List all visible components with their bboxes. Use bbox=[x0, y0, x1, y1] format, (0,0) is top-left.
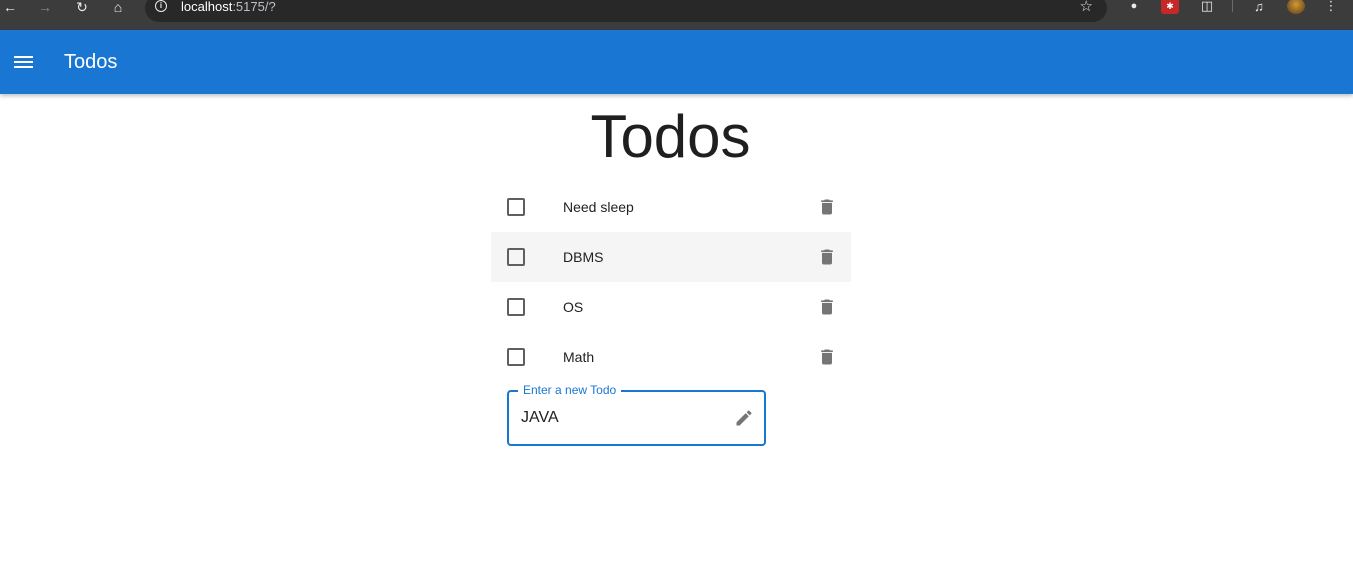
profile-avatar[interactable] bbox=[1287, 0, 1305, 14]
home-icon[interactable]: ⌂ bbox=[110, 0, 126, 14]
todo-item[interactable]: DBMS bbox=[491, 232, 851, 282]
site-info-icon[interactable]: i bbox=[155, 0, 167, 12]
todo-text: DBMS bbox=[563, 249, 604, 265]
todo-list: Need sleep DBMS OS Math bbox=[491, 182, 851, 382]
forward-arrow-icon[interactable]: → bbox=[37, 0, 53, 14]
todo-item[interactable]: OS bbox=[491, 282, 851, 332]
todo-checkbox[interactable] bbox=[507, 298, 525, 316]
todo-checkbox[interactable] bbox=[507, 348, 525, 366]
pencil-icon[interactable] bbox=[734, 408, 754, 428]
address-bar[interactable]: i localhost:5175/? ☆ bbox=[145, 0, 1107, 22]
back-arrow-icon[interactable]: ← bbox=[2, 0, 18, 14]
reload-icon[interactable]: ↻ bbox=[74, 0, 90, 14]
delete-icon[interactable] bbox=[817, 197, 837, 217]
app-bar-title: Todos bbox=[64, 51, 118, 73]
url-path: :5175/? bbox=[232, 0, 276, 14]
browser-toolbar: ← → ↻ ⌂ i localhost:5175/? ☆ ● ✱ ◫ ♫ ⋮ bbox=[0, 0, 1353, 30]
todo-text: Need sleep bbox=[563, 199, 634, 215]
hamburger-menu-icon[interactable] bbox=[12, 50, 36, 74]
todo-checkbox[interactable] bbox=[507, 198, 525, 216]
toolbar-divider bbox=[1232, 0, 1233, 12]
address-url[interactable]: localhost:5175/? bbox=[181, 0, 276, 14]
todo-text: OS bbox=[563, 299, 584, 315]
new-todo-field: Enter a new Todo bbox=[507, 383, 766, 446]
url-host: localhost bbox=[181, 0, 233, 14]
todo-item[interactable]: Need sleep bbox=[491, 182, 851, 232]
app-bar: Todos bbox=[0, 30, 1353, 94]
extension-red-icon[interactable]: ✱ bbox=[1161, 0, 1179, 14]
todo-checkbox[interactable] bbox=[507, 248, 525, 266]
page-title: Todos bbox=[590, 103, 751, 170]
delete-icon[interactable] bbox=[817, 347, 837, 367]
media-queue-icon[interactable]: ♫ bbox=[1250, 0, 1268, 14]
bookmark-star-icon[interactable]: ☆ bbox=[1080, 0, 1093, 15]
delete-icon[interactable] bbox=[817, 247, 837, 267]
todo-text: Math bbox=[563, 349, 595, 365]
delete-icon[interactable] bbox=[817, 297, 837, 317]
new-todo-label: Enter a new Todo bbox=[518, 383, 622, 397]
new-todo-input[interactable] bbox=[521, 406, 721, 430]
extensions-icon[interactable]: ◫ bbox=[1198, 0, 1216, 14]
todo-item[interactable]: Math bbox=[491, 332, 851, 382]
more-menu-icon[interactable]: ⋮ bbox=[1322, 0, 1340, 14]
extension-puzzle-small-icon[interactable]: ● bbox=[1125, 0, 1143, 14]
